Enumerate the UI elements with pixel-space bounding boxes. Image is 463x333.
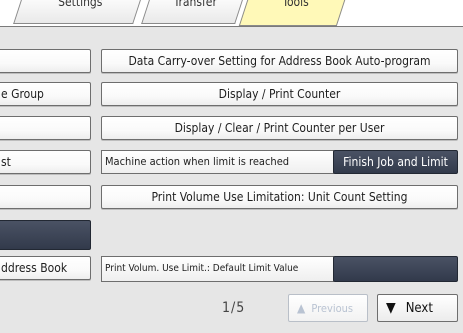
tab-transfer[interactable]: Transfer	[141, 0, 245, 24]
left-button-group-label: e Group	[1, 87, 44, 101]
display-clear-counter-per-user-button[interactable]: Display / Clear / Print Counter per User	[101, 116, 458, 140]
tab-settings[interactable]: Settings	[13, 0, 143, 24]
left-button-3[interactable]	[0, 116, 91, 140]
left-button-list[interactable]: st	[0, 150, 91, 174]
tab-tools-label: Tools	[282, 0, 309, 9]
default-limit-button[interactable]: Print Volum. Use Limit.: Default Limit V…	[101, 256, 334, 282]
page-indicator: 1/5	[222, 300, 246, 316]
left-button-list-label: st	[1, 155, 11, 169]
left-button-1[interactable]	[0, 49, 91, 73]
tab-transfer-label: Transfer	[173, 0, 217, 9]
display-print-counter-button[interactable]: Display / Print Counter	[101, 82, 458, 106]
left-button-address-book-label: ddress Book	[1, 261, 68, 275]
previous-label: Previous	[311, 302, 354, 315]
settings-panel: Settings Transfer Tools e Group st ddres…	[0, 0, 463, 333]
data-carry-over-button[interactable]: Data Carry-over Setting for Address Book…	[101, 49, 458, 73]
triangle-up-icon: ▲	[297, 301, 306, 315]
default-limit-value[interactable]	[333, 256, 458, 282]
machine-action-label: Machine action when limit is reached	[105, 155, 290, 168]
display-print-counter-label: Display / Print Counter	[218, 87, 341, 101]
data-carry-over-label: Data Carry-over Setting for Address Book…	[128, 54, 431, 68]
machine-action-value-text: Finish Job and Limit	[343, 155, 448, 169]
tools-content: e Group st ddress Book Data Carry-over S…	[0, 27, 463, 333]
next-button[interactable]: ▼ Next	[377, 294, 458, 322]
print-volume-limitation-button[interactable]: Print Volume Use Limitation: Unit Count …	[101, 185, 458, 209]
display-clear-counter-label: Display / Clear / Print Counter per User	[174, 121, 385, 135]
left-button-address-book[interactable]: ddress Book	[0, 256, 91, 280]
previous-button[interactable]: ▲ Previous	[288, 294, 368, 322]
left-selected-bar[interactable]	[0, 220, 91, 250]
print-volume-limitation-label: Print Volume Use Limitation: Unit Count …	[151, 190, 408, 204]
machine-action-value[interactable]: Finish Job and Limit	[333, 150, 458, 174]
tab-settings-label: Settings	[58, 0, 103, 9]
machine-action-button[interactable]: Machine action when limit is reached	[101, 150, 334, 174]
next-label: Next	[405, 301, 433, 316]
triangle-down-icon: ▼	[386, 300, 396, 316]
tab-tools[interactable]: Tools	[238, 0, 348, 26]
default-limit-label: Print Volum. Use Limit.: Default Limit V…	[105, 263, 299, 274]
left-button-group[interactable]: e Group	[0, 82, 91, 106]
tab-strip: Settings Transfer Tools	[0, 0, 463, 27]
left-button-5[interactable]	[0, 185, 91, 209]
